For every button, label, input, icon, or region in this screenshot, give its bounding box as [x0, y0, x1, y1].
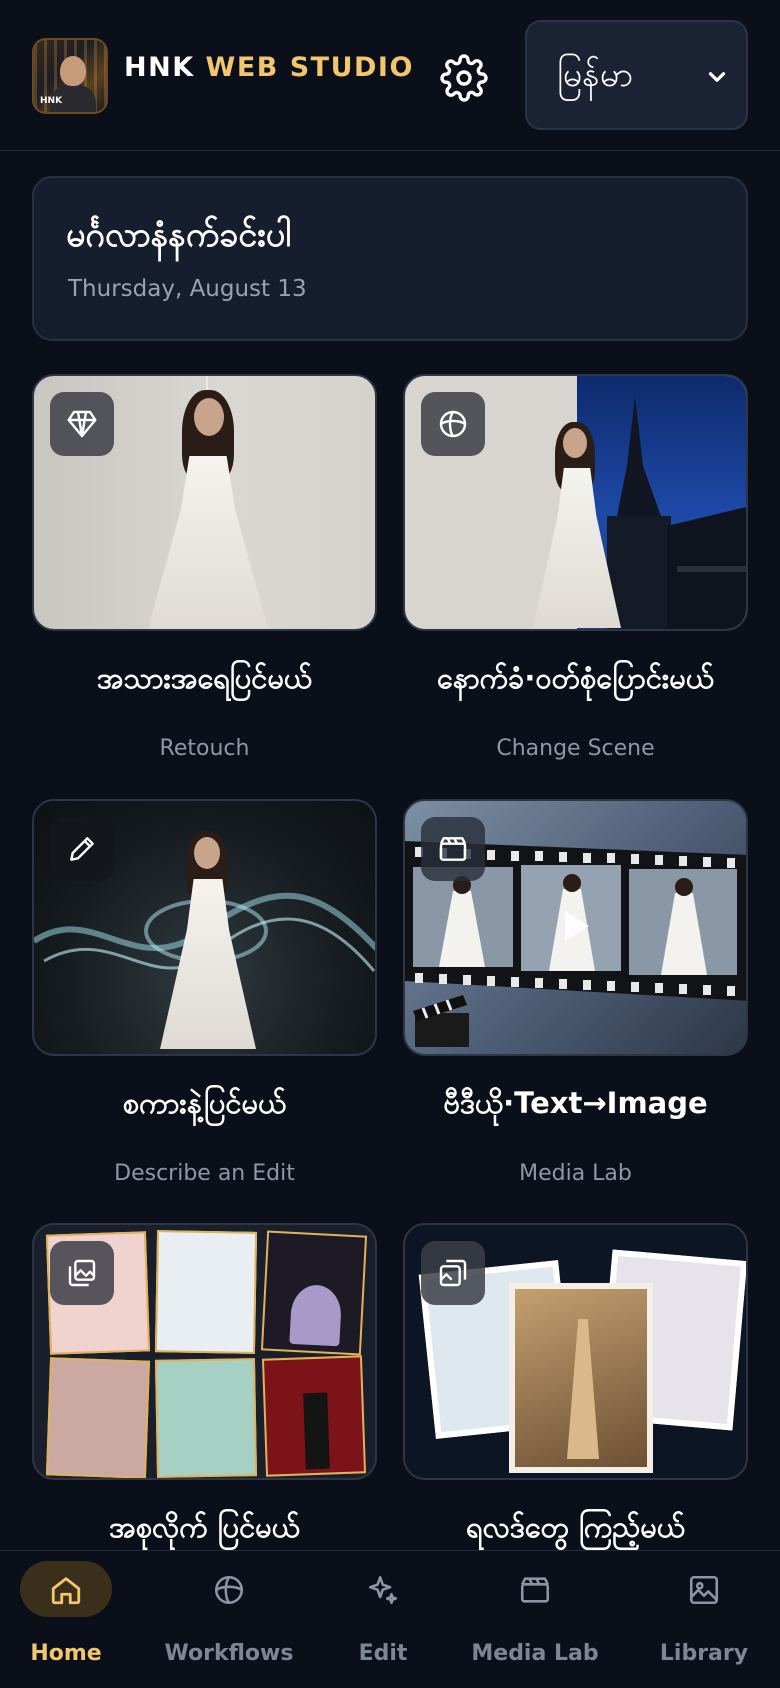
card-title: ဗီဒီယို·Text→Image: [443, 1086, 708, 1120]
card-describe-edit-badge: [50, 817, 114, 881]
nav-item-edit[interactable]: Edit: [308, 1551, 458, 1688]
card-title: နောက်ခံ·ဝတ်စုံပြောင်းမယ်: [436, 661, 715, 695]
thumb-3: [260, 1230, 368, 1356]
card-batch-edit-badge: [50, 1241, 114, 1305]
nav-label: Home: [30, 1641, 102, 1666]
logo-text: HNK: [40, 96, 63, 106]
figure-head: [194, 837, 220, 869]
brand-name: HNK: [124, 52, 195, 83]
brand-accent: WEB STUDIO: [205, 52, 414, 83]
card-describe-edit[interactable]: စကားနဲ့ပြင်မယ် Describe an Edit: [32, 799, 377, 1199]
figure-dress: [146, 456, 270, 629]
gallery-icon: [439, 1259, 467, 1287]
app-logo[interactable]: HNK: [32, 38, 108, 114]
brand-title: HNK WEB STUDIO: [124, 52, 414, 83]
thumb-4: [45, 1357, 151, 1478]
nav-label: Workflows: [164, 1641, 294, 1666]
card-view-results-image: [403, 1223, 748, 1480]
gem-icon: [67, 410, 97, 438]
sparkle-icon: [368, 1575, 398, 1605]
card-subtitle: Media Lab: [519, 1161, 632, 1186]
language-select[interactable]: မြန်မာ: [525, 20, 748, 130]
nav-label: Media Lab: [471, 1641, 599, 1666]
images-icon: [68, 1259, 96, 1287]
nav-item-media-lab[interactable]: Media Lab: [460, 1551, 610, 1688]
clapperboard-illustration: [413, 995, 469, 1047]
card-title: အသားအရေပြင်မယ်: [96, 661, 313, 695]
card-batch-edit[interactable]: အစုလိုက် ပြင်မယ်: [32, 1223, 377, 1550]
language-value: မြန်မာ: [557, 55, 634, 95]
card-title: အစုလိုက် ပြင်မယ်: [109, 1510, 300, 1544]
nav-item-library[interactable]: Library: [629, 1551, 779, 1688]
nav-item-home[interactable]: Home: [0, 1551, 141, 1688]
card-media-lab[interactable]: ဗီဒီယို·Text→Image Media Lab: [403, 799, 748, 1199]
thumb-2: [154, 1230, 258, 1354]
nav-item-workflows[interactable]: Workflows: [154, 1551, 304, 1688]
bottom-nav: Home Workflows Edit Media Lab Library: [0, 1550, 780, 1688]
card-media-lab-image: [403, 799, 748, 1056]
card-view-results-badge: [421, 1241, 485, 1305]
settings-gear-icon[interactable]: [440, 54, 488, 102]
card-title: စကားနဲ့ပြင်မယ်: [122, 1086, 287, 1120]
figure-head: [563, 428, 587, 458]
card-subtitle: Retouch: [159, 736, 250, 761]
card-batch-edit-image: [32, 1223, 377, 1480]
thumb-5: [154, 1358, 258, 1478]
card-media-lab-badge: [421, 817, 485, 881]
chevron-down-icon: [708, 72, 726, 82]
card-change-scene[interactable]: နောက်ခံ·ဝတ်စုံပြောင်းမယ် Change Scene: [403, 374, 748, 774]
card-view-results[interactable]: ရလဒ်တွေ ကြည့်မယ်: [403, 1223, 748, 1550]
thumb-3-gown: [289, 1283, 343, 1347]
pencil-icon: [70, 837, 94, 861]
greeting-date: Thursday, August 13: [68, 276, 307, 302]
card-subtitle: Describe an Edit: [114, 1161, 295, 1186]
logo-figure-face: [60, 56, 86, 86]
nav-label: Library: [659, 1641, 749, 1666]
card-retouch-image: [32, 374, 377, 631]
card-retouch[interactable]: အသားအရေပြင်မယ် Retouch: [32, 374, 377, 774]
clapper-icon: [520, 1577, 550, 1603]
card-change-scene-badge: [421, 392, 485, 456]
home-icon: [51, 1577, 81, 1605]
card-title: ရလဒ်တွေ ကြည့်မယ်: [465, 1510, 686, 1544]
photo-center-figure: [567, 1319, 599, 1459]
flower-icon: [439, 410, 467, 438]
thumb-6-figure: [303, 1392, 330, 1470]
card-retouch-badge: [50, 392, 114, 456]
photo-center: [509, 1283, 653, 1473]
card-describe-edit-image: [32, 799, 377, 1056]
greeting-title: မင်္ဂလာနံနက်ခင်းပါ: [66, 215, 292, 255]
flower-icon: [214, 1575, 244, 1605]
clapper-icon: [439, 837, 467, 861]
image-icon: [689, 1575, 719, 1605]
card-change-scene-image: [403, 374, 748, 631]
thumb-6: [261, 1355, 367, 1477]
figure-head: [194, 398, 224, 436]
greeting-card: မင်္ဂလာနံနက်ခင်းပါ Thursday, August 13: [32, 176, 748, 341]
card-subtitle: Change Scene: [496, 736, 655, 761]
app-header: HNK HNK WEB STUDIO မြန်မာ: [0, 0, 780, 151]
nav-label: Edit: [358, 1641, 408, 1666]
